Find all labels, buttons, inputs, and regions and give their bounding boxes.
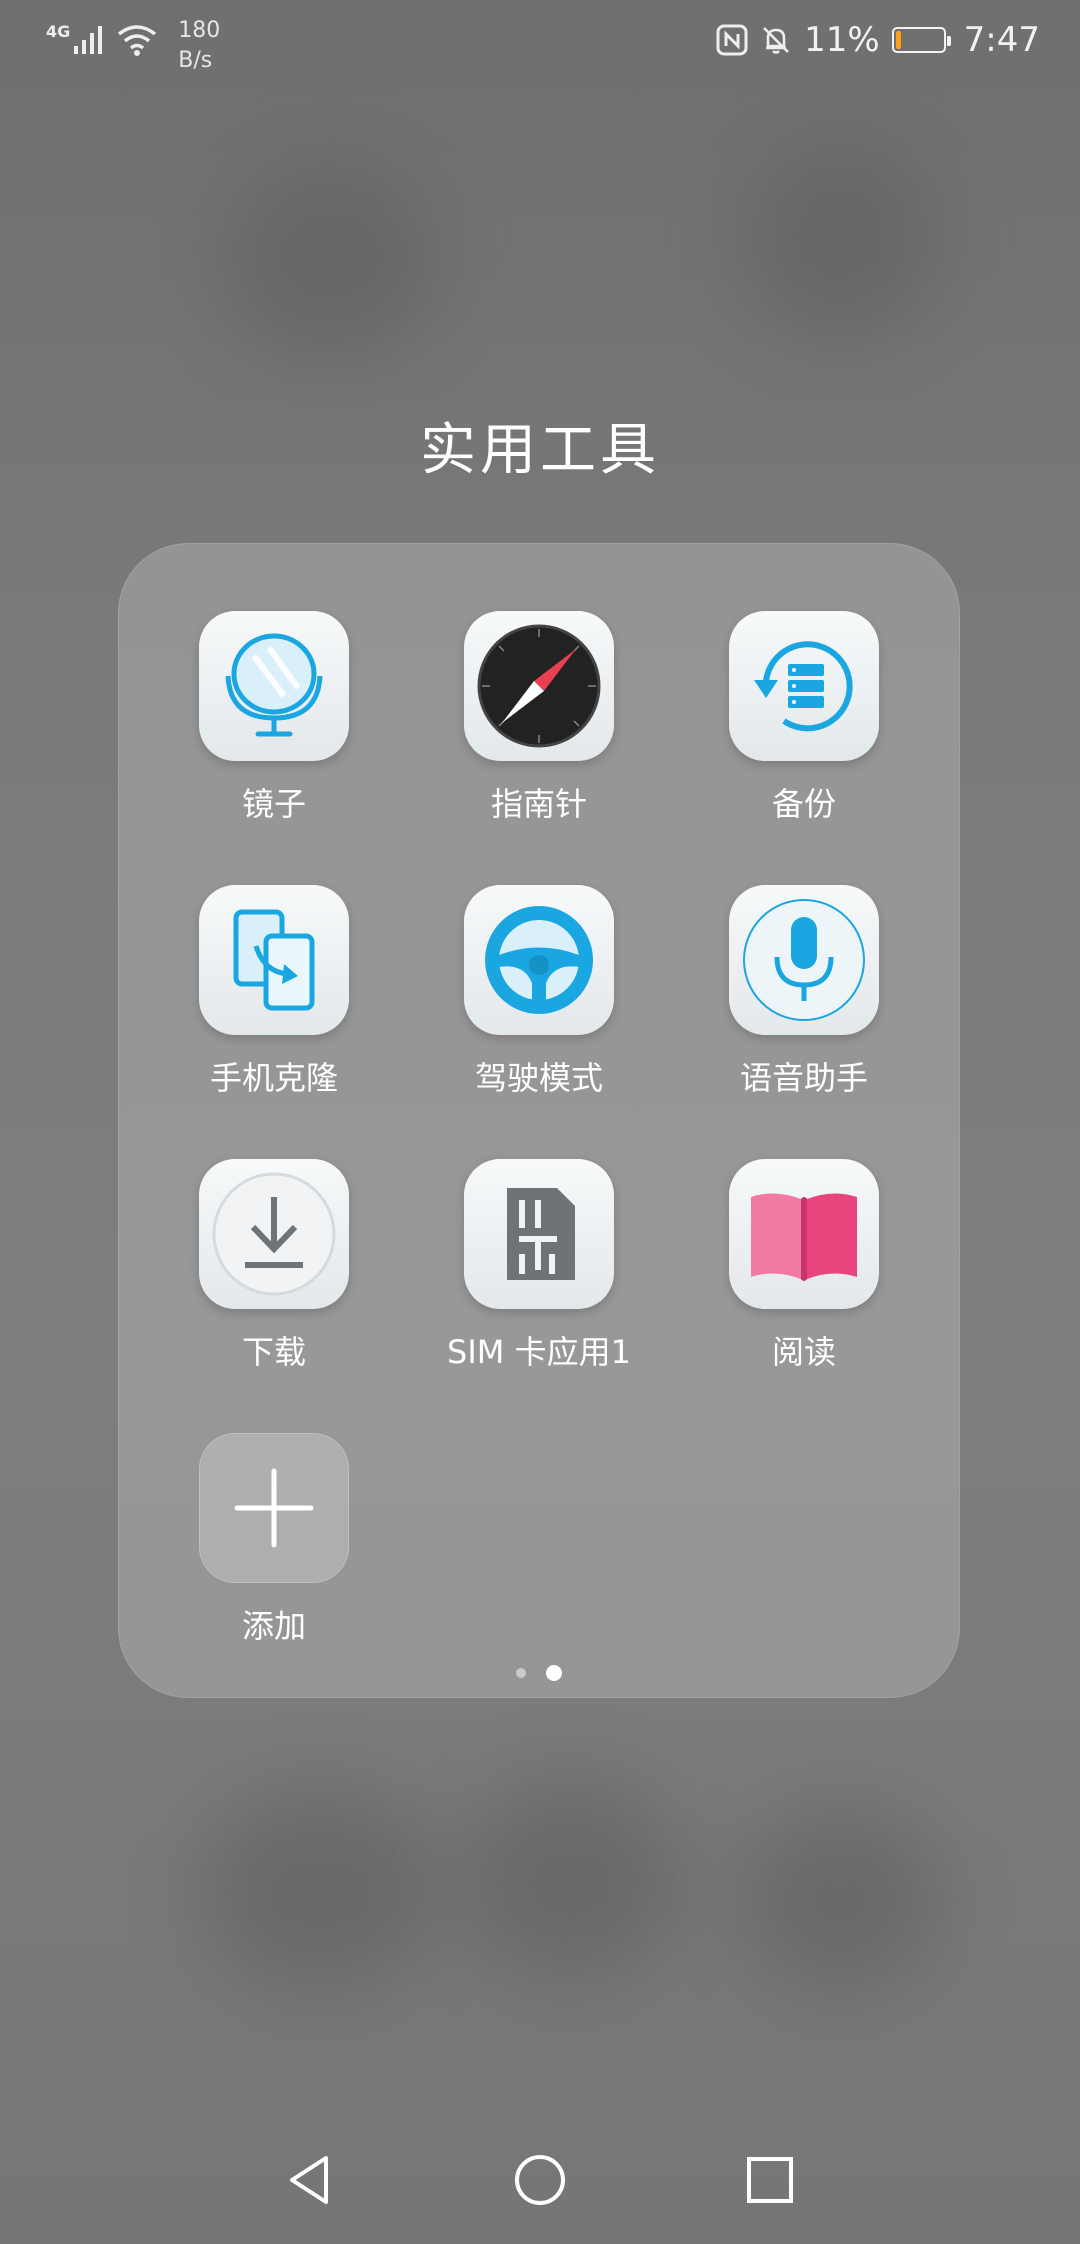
wallpaper-blur: [740, 1810, 940, 1990]
wallpaper-blur: [460, 1780, 680, 1980]
battery-percent: 11%: [804, 20, 880, 60]
battery-fill: [895, 31, 901, 49]
phone-clone-icon: [199, 885, 349, 1035]
app-label: 手机克隆: [209, 1059, 338, 1097]
microphone-icon: [729, 885, 879, 1035]
app-mirror[interactable]: 镜子: [154, 611, 394, 825]
wallpaper-blur: [740, 140, 940, 340]
app-label: 驾驶模式: [474, 1059, 603, 1097]
net-speed-value: 180: [178, 18, 221, 43]
battery-icon: [891, 27, 951, 53]
sim-card-icon: [464, 1159, 614, 1309]
app-phone-clone[interactable]: 手机克隆: [154, 885, 394, 1099]
compass-icon: [464, 611, 614, 761]
app-driving-mode[interactable]: 驾驶模式: [419, 885, 659, 1099]
app-label: 指南针: [490, 785, 587, 823]
app-reader[interactable]: 阅读: [684, 1159, 924, 1373]
app-label: SIM 卡应用1: [447, 1333, 631, 1371]
app-label: 下载: [241, 1333, 306, 1371]
net-speed-unit: B/s: [178, 48, 213, 73]
book-icon: [729, 1159, 879, 1309]
page-indicator: [118, 1665, 960, 1681]
app-voice-assistant[interactable]: 语音助手: [684, 885, 924, 1099]
status-bar: 4G 180 B/s 11% 7:47: [0, 0, 1080, 90]
back-icon[interactable]: [280, 2150, 340, 2210]
app-download[interactable]: 下载: [154, 1159, 394, 1373]
app-backup[interactable]: 备份: [684, 611, 924, 825]
folder-title[interactable]: 实用工具: [0, 405, 1080, 486]
app-compass[interactable]: 指南针: [419, 611, 659, 825]
mirror-icon: [199, 611, 349, 761]
plus-icon: [199, 1433, 349, 1583]
download-icon: [199, 1159, 349, 1309]
home-icon[interactable]: [510, 2150, 570, 2210]
app-label: 语音助手: [739, 1059, 868, 1097]
wallpaper-blur: [200, 1790, 440, 1990]
app-label: 阅读: [771, 1333, 836, 1371]
clock: 7:47: [963, 20, 1040, 60]
page-dot-active[interactable]: [546, 1665, 562, 1681]
add-app-button[interactable]: 添加: [154, 1433, 394, 1647]
recents-icon[interactable]: [740, 2150, 800, 2210]
nfc-icon: [716, 24, 748, 56]
steering-wheel-icon: [464, 885, 614, 1035]
navigation-bar: [0, 2130, 1080, 2230]
mute-bell-icon: [763, 27, 789, 54]
network-type: 4G: [46, 22, 71, 41]
app-label: 添加: [241, 1607, 306, 1645]
app-label: 镜子: [241, 785, 306, 823]
net-speed: 180 B/s: [178, 16, 220, 76]
app-sim-toolkit[interactable]: SIM 卡应用1: [419, 1159, 659, 1373]
page-dot[interactable]: [516, 1668, 526, 1678]
app-folder: 镜子 指南针 备份 手机克隆 驾驶模式 语音助手 下载 SIM 卡应用1 阅读 …: [118, 543, 960, 1698]
app-label: 备份: [771, 785, 836, 823]
signal-icon: [74, 26, 103, 54]
wifi-icon: [118, 25, 157, 56]
backup-icon: [729, 611, 879, 761]
wallpaper-blur: [220, 160, 440, 360]
